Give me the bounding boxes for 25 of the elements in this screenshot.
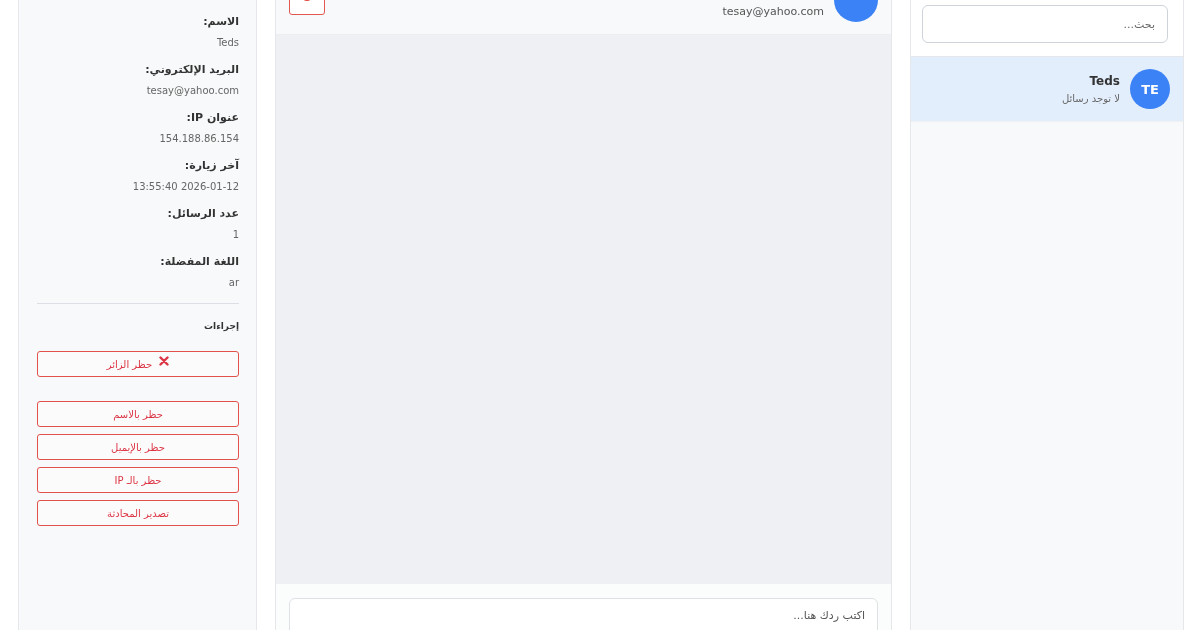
- field-label: عنوان IP:: [185, 110, 239, 126]
- field-label: البريد الإلكتروني:: [144, 62, 239, 78]
- action-button[interactable]: حظر بالإيميل: [37, 434, 239, 460]
- actions-title: إجراءات: [203, 320, 239, 333]
- field-label: الاسم:: [202, 14, 239, 30]
- field-value: 1: [231, 228, 239, 242]
- field-label: اللغة المفضلة:: [159, 254, 239, 270]
- avatar: TE: [1130, 69, 1170, 109]
- action-button[interactable]: تصدير المحادثة: [37, 500, 239, 526]
- field-label: عدد الرسائل:: [166, 206, 239, 222]
- search-field[interactable]: بحث...: [922, 5, 1168, 43]
- field-value: 154.188.86.154: [158, 132, 239, 146]
- field-label: آخر زيارة:: [183, 158, 239, 174]
- message-preview: لا توجد رسائل: [1061, 93, 1120, 104]
- field-value: ar: [227, 276, 239, 290]
- action-button[interactable]: حظر بالـ IP: [37, 467, 239, 493]
- action-button[interactable]: حظر بالاسم: [37, 401, 239, 427]
- field-value: tesay@yahoo.com: [145, 84, 239, 98]
- contact-email: tesay@yahoo.com: [722, 5, 824, 18]
- cross-icon: [159, 356, 170, 366]
- field-value: Teds: [215, 36, 239, 50]
- reply-field[interactable]: اكتب ردك هنا...: [289, 598, 878, 630]
- block-visitor-button[interactable]: حظر الزائر: [37, 351, 239, 377]
- field-value: 2026-01-12 13:55:40: [131, 180, 239, 194]
- contact-name: Teds: [1088, 74, 1120, 88]
